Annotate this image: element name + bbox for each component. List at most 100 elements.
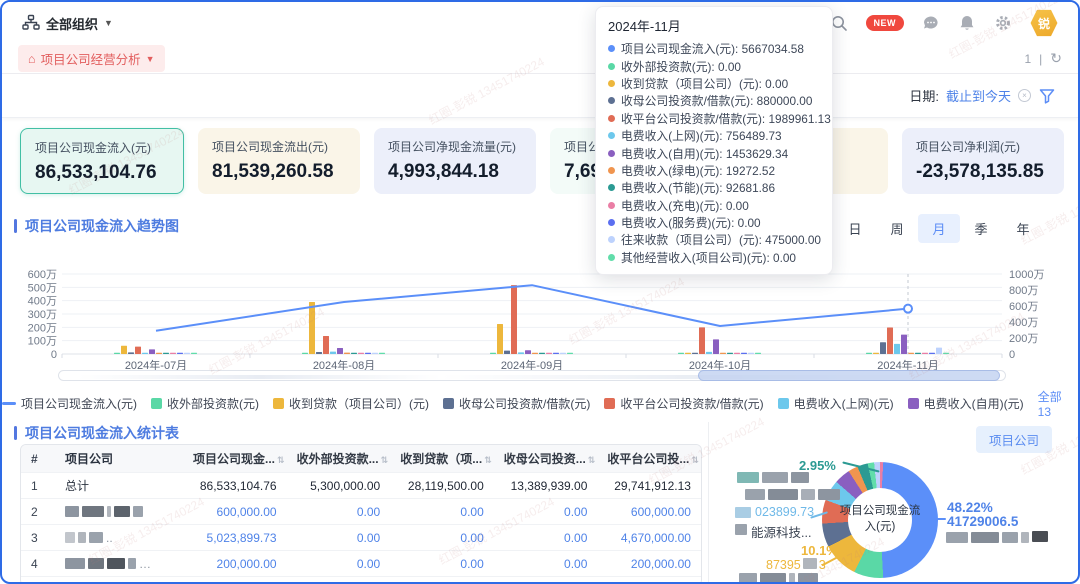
- bar-电费收入(绿电)(元)[interactable]: [908, 353, 914, 354]
- bar-电费收入(自用)(元)[interactable]: [337, 348, 343, 354]
- kpi-card-3[interactable]: 项目公司净现金流量(元)4,993,844.18: [374, 128, 536, 194]
- bar-电费收入(节能)(元)[interactable]: [351, 353, 357, 354]
- period-tab-日[interactable]: 日: [834, 214, 876, 243]
- legend-item[interactable]: 电费收入(自用)(元): [908, 395, 1024, 412]
- kpi-card-6[interactable]: 项目公司净利润(元)-23,578,135.85: [902, 128, 1064, 194]
- gear-icon[interactable]: [994, 14, 1012, 32]
- bar-收平台公司投资款/借款(元)[interactable]: [323, 336, 329, 354]
- bar-电费收入(服务费)(元)[interactable]: [177, 353, 183, 354]
- message-icon[interactable]: [922, 14, 940, 32]
- sort-icon[interactable]: ⇅: [381, 455, 389, 465]
- bar-电费收入(充电)(元)[interactable]: [922, 353, 928, 354]
- bar-电费收入(自用)(元)[interactable]: [901, 335, 907, 354]
- kpi-card-2[interactable]: 项目公司现金流出(元)81,539,260.58: [198, 128, 360, 194]
- bar-其他经营收入(项目公司)(元)[interactable]: [379, 353, 385, 354]
- table-header-7[interactable]: 收平台公司投...⇅: [597, 450, 701, 467]
- line-series[interactable]: [156, 285, 908, 331]
- bar-其他经营收入(项目公司)(元)[interactable]: [191, 353, 197, 354]
- sort-icon[interactable]: ⇅: [484, 455, 492, 465]
- table-row-1[interactable]: 1总计86,533,104.765,300,000.0028,119,500.0…: [21, 473, 701, 499]
- bar-电费收入(充电)(元)[interactable]: [358, 353, 364, 354]
- bar-电费收入(上网)(元)[interactable]: [706, 352, 712, 354]
- legend-item[interactable]: 电费收入(上网)(元): [778, 395, 894, 412]
- bar-往来收款（项目公司）(元)[interactable]: [184, 353, 190, 354]
- legend-item-line[interactable]: 项目公司现金流入(元): [2, 395, 137, 412]
- table-row-4[interactable]: 4…200,000.000.000.000.00200,000.00: [21, 551, 701, 577]
- legend-item[interactable]: 收母公司投资款/借款(元): [443, 395, 590, 412]
- data-zoom-slider[interactable]: [58, 370, 1006, 381]
- avatar[interactable]: 锐: [1030, 9, 1058, 37]
- bar-收母公司投资款/借款(元)[interactable]: [692, 353, 698, 354]
- bar-往来收款（项目公司）(元)[interactable]: [560, 353, 566, 354]
- table-row-2[interactable]: 2600,000.000.000.000.00600,000.00: [21, 499, 701, 525]
- bar-收外部投资款(元)[interactable]: [302, 353, 308, 354]
- bar-收到贷款（项目公司）(元)[interactable]: [873, 353, 879, 354]
- bar-电费收入(上网)(元)[interactable]: [330, 352, 336, 354]
- bar-收到贷款（项目公司）(元)[interactable]: [121, 346, 127, 354]
- bar-电费收入(节能)(元)[interactable]: [539, 353, 545, 354]
- bar-收母公司投资款/借款(元)[interactable]: [316, 352, 322, 354]
- bar-收母公司投资款/借款(元)[interactable]: [880, 342, 886, 354]
- bar-往来收款（项目公司）(元)[interactable]: [936, 348, 942, 354]
- bar-电费收入(服务费)(元)[interactable]: [741, 353, 747, 354]
- bar-电费收入(自用)(元)[interactable]: [149, 349, 155, 354]
- trend-chart[interactable]: 600万500万400万300万200万100万01000万800万600万40…: [2, 254, 1080, 372]
- sort-icon[interactable]: ⇅: [588, 455, 596, 465]
- new-badge[interactable]: NEW: [866, 15, 905, 31]
- legend-item[interactable]: 收到贷款（项目公司）(元): [273, 395, 429, 412]
- project-company-chip[interactable]: 项目公司: [976, 426, 1052, 453]
- period-tab-季[interactable]: 季: [960, 214, 1002, 243]
- bar-收母公司投资款/借款(元)[interactable]: [504, 351, 510, 354]
- bar-收平台公司投资款/借款(元)[interactable]: [699, 327, 705, 354]
- period-tab-周[interactable]: 周: [876, 214, 918, 243]
- table-header-5[interactable]: 收到贷款（项...⇅: [390, 450, 494, 467]
- legend-item[interactable]: 收外部投资款(元): [151, 395, 259, 412]
- sort-icon[interactable]: ⇅: [277, 455, 285, 465]
- period-tab-月[interactable]: 月: [918, 214, 960, 243]
- tab-project-company-analysis[interactable]: ⌂ 项目公司经营分析 ▼: [18, 45, 165, 72]
- table-row-5[interactable]: 5: [21, 577, 701, 584]
- bar-往来收款（项目公司）(元)[interactable]: [372, 353, 378, 354]
- bar-收平台公司投资款/借款(元)[interactable]: [887, 327, 893, 354]
- bar-往来收款（项目公司）(元)[interactable]: [748, 353, 754, 354]
- kpi-card-1[interactable]: 项目公司现金流入(元)86,533,104.76: [20, 128, 184, 194]
- bar-电费收入(自用)(元)[interactable]: [713, 339, 719, 354]
- bar-收外部投资款(元)[interactable]: [678, 353, 684, 354]
- bar-电费收入(服务费)(元)[interactable]: [929, 353, 935, 354]
- table-header-6[interactable]: 收母公司投资...⇅: [494, 450, 598, 467]
- legend-item[interactable]: 收平台公司投资款/借款(元): [604, 395, 763, 412]
- bar-电费收入(绿电)(元)[interactable]: [156, 353, 162, 354]
- table-row-3[interactable]: 3..5,023,899.730.000.000.004,670,000.00: [21, 525, 701, 551]
- bar-其他经营收入(项目公司)(元)[interactable]: [943, 353, 949, 354]
- date-filter-value[interactable]: 截止到今天: [946, 86, 1011, 105]
- clear-filter-icon[interactable]: ×: [1018, 89, 1031, 102]
- bar-电费收入(绿电)(元)[interactable]: [532, 353, 538, 354]
- bar-电费收入(绿电)(元)[interactable]: [720, 353, 726, 354]
- bar-电费收入(充电)(元)[interactable]: [546, 353, 552, 354]
- bar-电费收入(自用)(元)[interactable]: [525, 350, 531, 354]
- bar-收母公司投资款/借款(元)[interactable]: [128, 352, 134, 354]
- legend-show-all-link[interactable]: 全部 13: [1038, 388, 1078, 419]
- bar-其他经营收入(项目公司)(元)[interactable]: [567, 353, 573, 354]
- bar-收外部投资款(元)[interactable]: [866, 353, 872, 354]
- bar-收外部投资款(元)[interactable]: [114, 353, 120, 354]
- bar-电费收入(绿电)(元)[interactable]: [344, 353, 350, 354]
- bar-收到贷款（项目公司）(元)[interactable]: [497, 324, 503, 354]
- bar-其他经营收入(项目公司)(元)[interactable]: [755, 353, 761, 354]
- funnel-filter-icon[interactable]: [1038, 87, 1056, 105]
- org-selector[interactable]: 全部组织 ▼: [22, 14, 113, 33]
- bar-收外部投资款(元)[interactable]: [490, 353, 496, 354]
- period-tab-年[interactable]: 年: [1002, 214, 1044, 243]
- bar-电费收入(充电)(元)[interactable]: [170, 353, 176, 354]
- bar-电费收入(节能)(元)[interactable]: [915, 353, 921, 354]
- sort-icon[interactable]: ⇅: [691, 455, 699, 465]
- bar-收到贷款（项目公司）(元)[interactable]: [309, 302, 315, 354]
- table-header-3[interactable]: 项目公司现金...⇅: [183, 450, 287, 467]
- bar-电费收入(上网)(元)[interactable]: [142, 353, 148, 354]
- table-header-4[interactable]: 收外部投资款...⇅: [287, 450, 391, 467]
- data-zoom-window[interactable]: [698, 370, 1001, 381]
- bar-电费收入(节能)(元)[interactable]: [727, 353, 733, 354]
- refresh-icon[interactable]: ↻: [1050, 50, 1062, 67]
- bell-icon[interactable]: [958, 14, 976, 32]
- bar-电费收入(节能)(元)[interactable]: [163, 353, 169, 354]
